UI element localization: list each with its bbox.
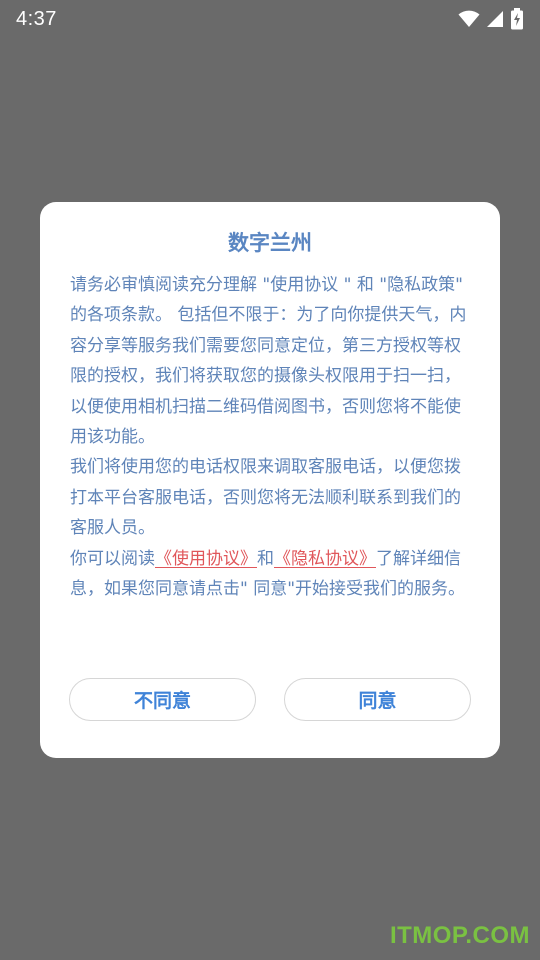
and-text: 和 bbox=[257, 548, 274, 569]
wifi-icon bbox=[458, 10, 480, 28]
dialog-title: 数字兰州 bbox=[228, 231, 312, 255]
disagree-button[interactable]: 不同意 bbox=[69, 678, 256, 721]
status-bar: 4:37 bbox=[0, 0, 540, 38]
dialog-body: 请务必审慎阅读充分理解 "使用协议 " 和 "隐私政策" 的各项条款。 包括但不… bbox=[70, 270, 470, 604]
policy-paragraph-1: 请务必审慎阅读充分理解 "使用协议 " 和 "隐私政策" 的各项条款。 包括但不… bbox=[70, 275, 467, 448]
usage-agreement-link[interactable]: 《使用协议》 bbox=[155, 549, 257, 569]
read-prefix-text: 你可以阅读 bbox=[70, 548, 155, 569]
privacy-dialog: 数字兰州 请务必审慎阅读充分理解 "使用协议 " 和 "隐私政策" 的各项条款。… bbox=[40, 202, 500, 758]
agree-button[interactable]: 同意 bbox=[284, 678, 471, 721]
battery-charging-icon bbox=[510, 8, 524, 30]
status-time: 4:37 bbox=[16, 7, 57, 30]
signal-icon bbox=[486, 10, 504, 28]
watermark-logo: ITMOP.COM bbox=[389, 922, 530, 949]
policy-paragraph-2: 我们将使用您的电话权限来调取客服电话，以便您拨打本平台客服电话，否则您将无法顺利… bbox=[70, 457, 461, 539]
privacy-agreement-link[interactable]: 《隐私协议》 bbox=[274, 549, 376, 569]
status-icons bbox=[458, 8, 524, 30]
dialog-buttons: 不同意 同意 bbox=[69, 678, 471, 721]
policy-paragraph-3: 你可以阅读《使用协议》和《隐私协议》了解详细信息，如果您同意请点击" 同意"开始… bbox=[70, 544, 470, 605]
